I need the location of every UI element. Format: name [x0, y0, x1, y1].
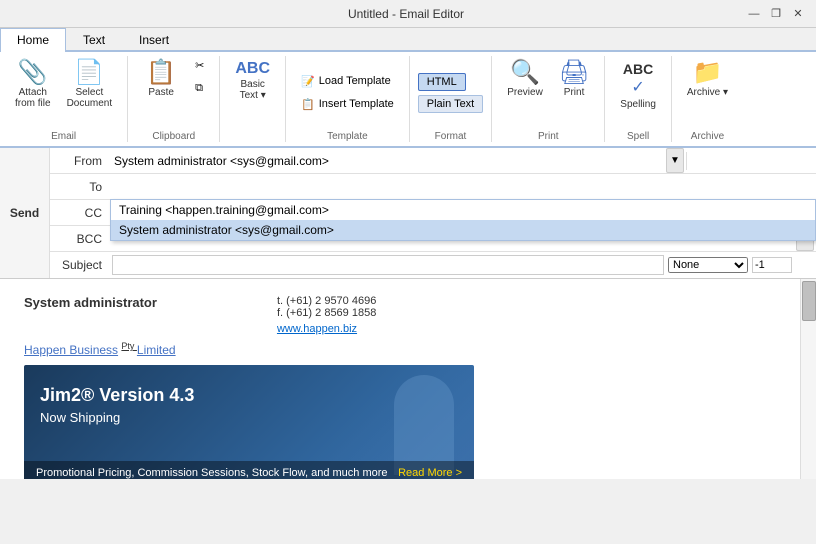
archive-icon: 📁 — [693, 61, 723, 85]
close-button[interactable]: ✕ — [788, 4, 808, 24]
to-row: To ← Training <happen.training@gmail.com… — [50, 174, 816, 200]
archive-button[interactable]: 📁 Archive ▾ — [680, 56, 735, 103]
read-more-link[interactable]: Read More > — [398, 467, 462, 479]
subject-input[interactable] — [112, 255, 664, 275]
sig-company-name: Happen Business — [24, 343, 118, 357]
tab-insert[interactable]: Insert — [122, 28, 186, 52]
to-input[interactable] — [110, 178, 816, 196]
compose-area: Send From ▼ ▼ To ← Training <happen.trai… — [0, 148, 816, 279]
minimize-button[interactable]: — — [744, 4, 764, 24]
scrollbar-thumb[interactable] — [802, 281, 816, 321]
print-icon: 🖨 — [559, 61, 589, 85]
promo-bottom: Promotional Pricing, Commission Sessions… — [24, 461, 474, 479]
ribbon-group-spell: ABC ✓ Spelling Spell — [605, 56, 672, 142]
copy-button[interactable]: ⧉ — [188, 79, 211, 98]
plain-text-format-button[interactable]: Plain Text — [418, 95, 484, 113]
select-document-button[interactable]: 📄 SelectDocument — [60, 56, 120, 114]
sig-company-pty: Pty — [121, 341, 137, 351]
from-label: From — [50, 154, 110, 168]
suggestion-training[interactable]: Training <happen.training@gmail.com> — [111, 200, 815, 220]
subject-label: Subject — [50, 258, 110, 272]
tab-home[interactable]: Home — [0, 28, 66, 52]
from-row: From ▼ ▼ — [50, 148, 816, 174]
tab-text[interactable]: Text — [66, 28, 122, 52]
send-label: Send — [0, 148, 50, 278]
spelling-button[interactable]: ABC ✓ Spelling — [613, 56, 663, 115]
sig-company-suffix: Limited — [137, 343, 176, 357]
spell-group-label: Spell — [627, 129, 649, 142]
abc-icon: ABC — [235, 61, 270, 77]
print-button[interactable]: 🖨 Print — [552, 56, 596, 103]
load-template-button[interactable]: 📝 Load Template — [294, 72, 398, 91]
copy-icon: ⧉ — [195, 82, 203, 95]
paste-button[interactable]: 📋 Paste — [136, 56, 186, 103]
sig-phone: t. (+61) 2 9570 4696 — [277, 295, 376, 307]
from-input[interactable] — [110, 152, 666, 170]
scissors-icon: ✂ — [195, 59, 204, 72]
email-body[interactable]: System administrator t. (+61) 2 9570 469… — [0, 279, 816, 479]
abc-spell-icon: ABC — [623, 61, 653, 77]
print-group-label: Print — [538, 129, 559, 142]
suggestion-sysadmin[interactable]: System administrator <sys@gmail.com> — [111, 220, 815, 240]
promo-title: Jim2® Version 4.3 — [40, 385, 194, 406]
from-dropdown-arrow[interactable]: ▼ — [666, 148, 684, 173]
email-body-container: System administrator t. (+61) 2 9570 469… — [0, 279, 816, 479]
subject-priority-select[interactable]: None High Low — [668, 257, 748, 273]
checkmark-icon: ✓ — [631, 77, 644, 97]
cc-label: CC — [50, 206, 110, 220]
sig-fax: f. (+61) 2 8569 1858 — [277, 307, 376, 319]
scrollbar[interactable] — [800, 279, 816, 479]
format-group-label: Format — [435, 129, 467, 142]
paste-icon: 📋 — [146, 61, 176, 85]
promo-body-text: Promotional Pricing, Commission Sessions… — [36, 467, 388, 479]
ribbon: 📎 Attachfrom file 📄 SelectDocument Email… — [0, 52, 816, 148]
sig-website-link[interactable]: www.happen.biz — [277, 323, 357, 335]
tab-bar: Home Text Insert — [0, 28, 816, 52]
promo-banner: Jim2® Version 4.3 Now Shipping Promotion… — [24, 365, 474, 479]
preview-button[interactable]: 🔍 Preview — [500, 56, 550, 103]
ribbon-group-format: HTML Plain Text Format — [410, 56, 493, 142]
promo-subtitle: Now Shipping — [40, 410, 194, 425]
ribbon-group-archive: 📁 Archive ▾ Archive — [672, 56, 743, 142]
template-group-label: Template — [327, 129, 368, 142]
to-suggestions-dropdown: Training <happen.training@gmail.com> Sys… — [110, 199, 816, 241]
subject-row: Subject None High Low — [50, 252, 816, 278]
archive-group-label: Archive — [691, 129, 724, 142]
window-controls: — ❐ ✕ — [744, 4, 808, 24]
html-format-button[interactable]: HTML — [418, 73, 466, 91]
ribbon-group-template: 📝 Load Template 📋 Insert Template Templa… — [286, 56, 410, 142]
window-title: Untitled - Email Editor — [68, 7, 744, 21]
clipboard-group-label: Clipboard — [152, 129, 195, 142]
preview-icon: 🔍 — [510, 61, 540, 85]
insert-template-button[interactable]: 📋 Insert Template — [294, 95, 401, 114]
ribbon-group-basictext: ABC BasicText ▾ — [220, 56, 286, 142]
fields-area: From ▼ ▼ To ← Training <happen.training@… — [50, 148, 816, 278]
cut-button[interactable]: ✂ — [188, 56, 211, 75]
sig-name: System administrator — [24, 295, 157, 310]
template-icon-1: 📝 — [301, 75, 315, 88]
ribbon-group-clipboard: 📋 Paste ✂ ⧉ Clipboard — [128, 56, 220, 142]
email-group-label: Email — [51, 129, 76, 142]
restore-button[interactable]: ❐ — [766, 4, 786, 24]
subject-number-input[interactable] — [752, 257, 792, 273]
clip-icon: 📎 — [18, 61, 48, 85]
to-label: To — [50, 180, 110, 194]
basic-text-button[interactable]: ABC BasicText ▾ — [228, 56, 277, 106]
sig-company: Happen Business Pty Limited — [24, 343, 176, 357]
document-icon: 📄 — [74, 61, 104, 85]
from-right-input[interactable] — [687, 152, 816, 170]
attach-from-file-button[interactable]: 📎 Attachfrom file — [8, 56, 58, 114]
bcc-label: BCC — [50, 232, 110, 246]
ribbon-group-email: 📎 Attachfrom file 📄 SelectDocument Email — [0, 56, 128, 142]
ribbon-group-print: 🔍 Preview 🖨 Print Print — [492, 56, 605, 142]
template-icon-2: 📋 — [301, 98, 315, 111]
title-bar: Untitled - Email Editor — ❐ ✕ — [0, 0, 816, 28]
